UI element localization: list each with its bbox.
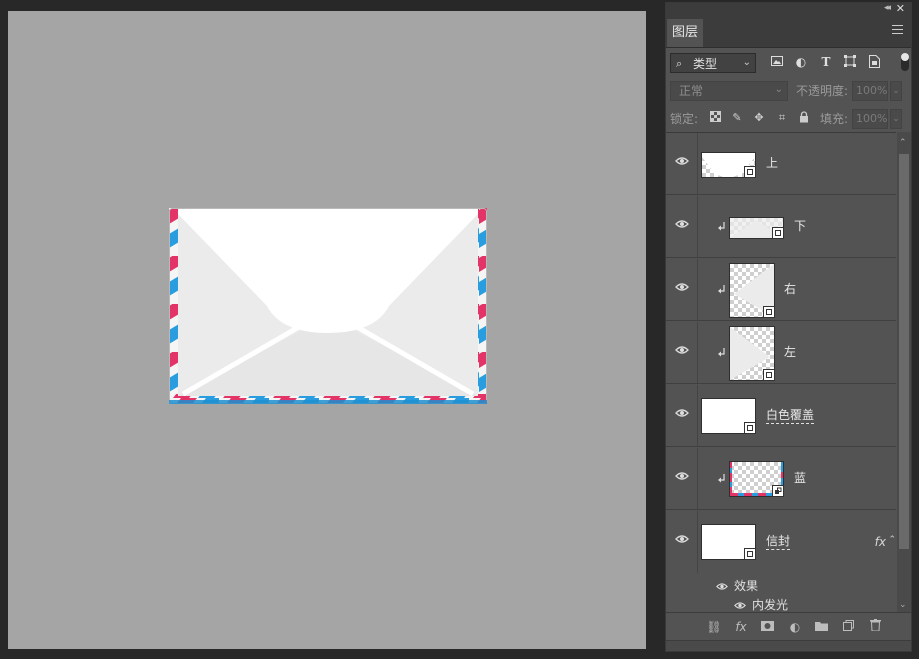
smart-object-badge-icon: [744, 166, 756, 178]
eye-visibility-icon[interactable]: [675, 471, 689, 481]
smart-object-badge-icon: [744, 422, 756, 434]
layer-row[interactable]: 上: [666, 133, 896, 195]
smartobject-filter-icon[interactable]: [867, 55, 881, 69]
layer-thumbnail[interactable]: [729, 263, 775, 318]
link-layers-icon[interactable]: ⛓: [706, 619, 722, 635]
eye-visibility-icon[interactable]: [716, 582, 728, 591]
lock-row: 锁定: ✎ ✥ ⌗ 填充: 100% ⌄: [670, 109, 906, 131]
layer-row[interactable]: 白色覆盖: [666, 385, 896, 447]
layer-name[interactable]: 下: [794, 217, 806, 234]
opacity-field[interactable]: 100%: [852, 81, 888, 101]
blend-mode-select[interactable]: 正常 ⌄: [670, 81, 788, 101]
lock-label: 锁定:: [670, 112, 699, 126]
layer-thumbnail[interactable]: [729, 217, 784, 239]
panel-resize-grip[interactable]: [666, 640, 911, 651]
adjustment-filter-icon[interactable]: ◐: [794, 55, 808, 69]
eye-visibility-icon[interactable]: [675, 534, 689, 544]
layers-list: 上 下 右 左 白色覆盖 蓝 信封 fx ⌃ 效果 内发光: [666, 132, 896, 613]
eye-visibility-icon[interactable]: [675, 282, 689, 292]
document-canvas[interactable]: [8, 11, 646, 649]
shape-filter-icon[interactable]: [843, 55, 857, 69]
lock-pixels-brush-icon[interactable]: ✎: [730, 111, 744, 125]
panel-title-bar: ◂◂ ✕: [666, 2, 911, 17]
layer-name[interactable]: 左: [784, 343, 796, 360]
effects-label: 效果: [734, 579, 759, 593]
layer-row[interactable]: 蓝: [666, 448, 896, 510]
layer-effects-fx-icon[interactable]: fx: [875, 535, 886, 549]
blend-mode-value: 正常: [679, 84, 704, 98]
clipping-mask-arrow-icon: [718, 474, 725, 483]
layer-thumbnail[interactable]: [701, 398, 756, 434]
layer-name[interactable]: 白色覆盖: [766, 406, 815, 424]
blend-row: 正常 ⌄ 不透明度: 100% ⌄: [670, 81, 906, 103]
scroll-down-icon[interactable]: ⌄: [899, 600, 907, 610]
smart-object-badge-icon: [763, 306, 775, 318]
lock-position-move-icon[interactable]: ✥: [752, 111, 766, 125]
smart-object-badge-icon: [772, 485, 784, 497]
fill-field[interactable]: 100%: [852, 109, 888, 129]
eye-visibility-icon[interactable]: [675, 156, 689, 166]
image-filter-icon[interactable]: [770, 55, 784, 69]
eye-visibility-icon[interactable]: [675, 345, 689, 355]
layers-bottom-toolbar: ⛓ fx ◐: [666, 612, 911, 641]
smart-object-badge-icon: [763, 369, 775, 381]
eye-visibility-icon[interactable]: [675, 408, 689, 418]
eye-visibility-icon[interactable]: [675, 219, 689, 229]
layer-thumbnail[interactable]: [729, 461, 784, 497]
effect-item-inner-glow[interactable]: 内发光: [734, 596, 788, 613]
clipping-mask-arrow-icon: [718, 222, 725, 231]
new-group-folder-icon[interactable]: [813, 619, 829, 635]
adjustment-layer-icon[interactable]: ◐: [787, 619, 803, 635]
effects-row[interactable]: 效果: [716, 577, 758, 594]
delete-layer-trash-icon[interactable]: [867, 619, 883, 635]
tab-layers[interactable]: 图层: [667, 19, 703, 47]
add-mask-icon[interactable]: [759, 619, 775, 635]
layer-row[interactable]: 左: [666, 322, 896, 384]
layer-name[interactable]: 信封: [766, 532, 791, 550]
filter-toggle-switch[interactable]: [901, 53, 909, 71]
layer-thumbnail[interactable]: [701, 152, 756, 178]
filter-kind-label: 类型: [693, 57, 718, 71]
chevron-down-icon: ⌄: [774, 84, 783, 95]
smart-object-badge-icon: [772, 227, 784, 239]
layer-name[interactable]: 右: [784, 280, 796, 297]
envelope-artwork: [169, 208, 487, 404]
eye-visibility-icon[interactable]: [734, 601, 746, 610]
scroll-up-icon[interactable]: ⌃: [899, 138, 907, 148]
add-style-fx-icon[interactable]: fx: [733, 619, 749, 635]
fill-dropdown-icon[interactable]: ⌄: [890, 109, 902, 129]
smart-object-badge-icon: [744, 548, 756, 560]
layer-row[interactable]: 信封 fx ⌃ 效果 内发光: [666, 511, 896, 613]
effect-item-label: 内发光: [752, 598, 789, 612]
lock-artboard-crop-icon[interactable]: ⌗: [775, 111, 789, 125]
layer-name[interactable]: 蓝: [794, 469, 806, 486]
filter-kind-select[interactable]: ⌕ 类型 ⌄: [670, 53, 756, 73]
opacity-label: 不透明度:: [796, 84, 849, 98]
layer-filter-row: ⌕ 类型 ⌄ ◐ T: [670, 53, 909, 75]
chevron-down-icon: ⌄: [742, 57, 751, 68]
fill-label: 填充:: [820, 112, 849, 126]
layer-row[interactable]: 下: [666, 196, 896, 258]
document-canvas-area[interactable]: [0, 0, 660, 659]
panel-menu-icon[interactable]: [892, 25, 903, 37]
search-icon: ⌕: [676, 57, 683, 70]
layer-thumbnail[interactable]: [729, 326, 775, 381]
close-icon[interactable]: ✕: [896, 2, 905, 15]
layers-panel: ◂◂ ✕ 图层 ⌕ 类型 ⌄ ◐ T 正常 ⌄ 不透明度: 100% ⌄ 锁定:…: [665, 2, 912, 652]
layer-row[interactable]: 右: [666, 259, 896, 321]
expand-effects-chevron-icon[interactable]: ⌃: [888, 535, 896, 545]
new-layer-icon[interactable]: [840, 619, 856, 635]
layer-name[interactable]: 上: [766, 154, 778, 171]
collapse-panel-icon[interactable]: ◂◂: [884, 3, 891, 13]
layers-scrollbar[interactable]: ⌃ ⌄: [897, 132, 911, 612]
clipping-mask-arrow-icon: [718, 285, 725, 294]
clipping-mask-arrow-icon: [718, 348, 725, 357]
type-filter-icon[interactable]: T: [819, 55, 833, 69]
opacity-dropdown-icon[interactable]: ⌄: [890, 81, 902, 101]
scrollbar-thumb[interactable]: [899, 154, 909, 549]
layer-thumbnail[interactable]: [701, 524, 756, 560]
lock-all-padlock-icon[interactable]: [797, 111, 811, 125]
panel-tab-bar: 图层: [666, 17, 911, 48]
lock-transparency-icon[interactable]: [708, 111, 722, 125]
